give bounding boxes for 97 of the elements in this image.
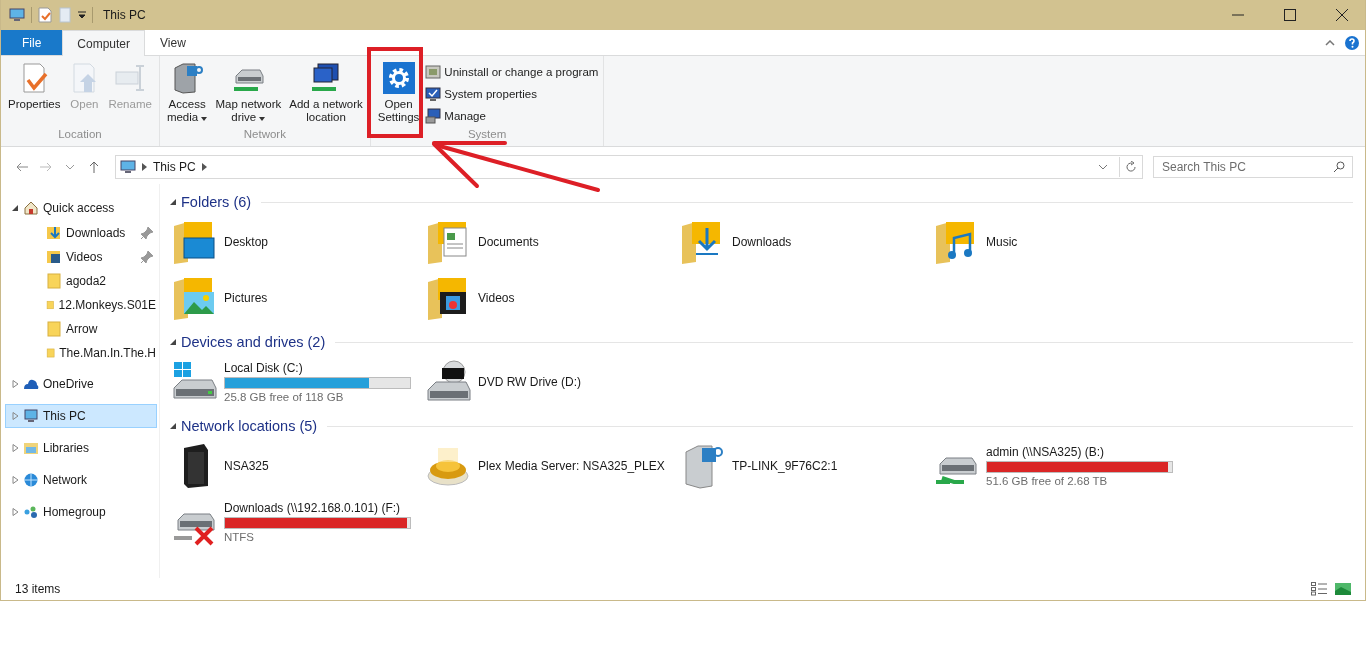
nav-item[interactable]: This PC <box>5 404 157 428</box>
item-name[interactable]: Pictures <box>224 291 268 305</box>
settings-button[interactable]: Open Settings <box>374 60 423 128</box>
nav-item[interactable]: OneDrive <box>5 372 157 396</box>
item-count: 13 items <box>15 582 61 596</box>
homegroup-icon <box>23 504 39 520</box>
settings-icon[interactable] <box>382 62 415 94</box>
chevron-icon[interactable] <box>142 163 147 171</box>
collapse-icon[interactable] <box>170 198 177 206</box>
add-location-icon[interactable] <box>310 62 342 94</box>
manage-button[interactable]: Manage <box>424 106 600 126</box>
expand-icon[interactable] <box>12 380 19 388</box>
nav-item[interactable]: Arrow <box>5 318 157 340</box>
computer-icon <box>9 7 25 23</box>
item-name[interactable]: TP-LINK_9F76C2:1 <box>732 459 838 473</box>
caret-icon[interactable] <box>201 117 208 121</box>
section-heading[interactable]: Network locations (5) <box>181 418 318 434</box>
properties-button[interactable]: Properties <box>5 60 64 128</box>
expand-icon[interactable] <box>12 508 19 516</box>
nav-item[interactable]: agoda2 <box>5 270 157 292</box>
nav-item[interactable]: Videos <box>5 246 157 268</box>
item-detail: 25.8 GB free of 118 GB <box>224 391 345 403</box>
pin-icon[interactable] <box>140 226 154 240</box>
ribbon-tab[interactable]: View <box>145 30 201 55</box>
details-view-icon[interactable] <box>1311 582 1327 596</box>
network-icon <box>23 472 39 488</box>
folder-icon <box>46 273 62 289</box>
group-label: Location <box>57 128 103 142</box>
chevron-down-icon[interactable] <box>66 164 74 170</box>
expand-icon[interactable] <box>12 412 19 420</box>
uninstall-button[interactable]: Uninstall or change a program <box>424 62 600 82</box>
search-field[interactable]: Search This PC <box>1153 156 1353 178</box>
search-icon <box>1333 161 1345 173</box>
system-icon[interactable] <box>425 86 442 102</box>
item-name[interactable]: admin (\\NSA325) (B:) <box>986 445 1173 459</box>
pc-icon <box>23 408 39 424</box>
media-icon[interactable] <box>171 62 204 94</box>
section-heading[interactable]: Folders (6) <box>181 194 252 210</box>
item-name[interactable]: Downloads <box>732 235 792 249</box>
nav-item[interactable]: Quick access <box>5 196 157 220</box>
back-arrow-icon[interactable] <box>16 162 28 172</box>
pin-icon[interactable] <box>140 250 154 264</box>
item-name[interactable]: Desktop <box>224 235 269 249</box>
item-detail: NTFS <box>224 531 256 543</box>
expand-icon[interactable] <box>12 444 19 452</box>
chevron-icon[interactable] <box>201 163 207 171</box>
nav-item[interactable]: 12.Monkeys.S01E <box>5 294 157 316</box>
section-heading[interactable]: Devices and drives (2) <box>181 334 326 350</box>
home-icon <box>23 200 39 216</box>
item-name[interactable]: NSA325 <box>224 459 269 473</box>
window-title: This PC <box>103 8 146 22</box>
refresh-icon[interactable] <box>1125 161 1137 173</box>
maximize-icon[interactable] <box>1284 9 1296 21</box>
folder-icon <box>46 321 62 337</box>
collapse-icon[interactable] <box>170 422 177 430</box>
caret-icon[interactable] <box>259 117 266 121</box>
expand-icon[interactable] <box>12 476 19 484</box>
folder-icon <box>46 345 56 361</box>
group-label: Network <box>242 128 287 142</box>
videos-folder-icon <box>46 249 62 265</box>
ribbon-tab[interactable]: Computer <box>62 30 146 56</box>
nav-item[interactable]: Network <box>5 468 157 492</box>
nav-item[interactable]: Libraries <box>5 436 157 460</box>
item-name[interactable]: Music <box>986 235 1018 249</box>
dropdown-icon[interactable] <box>1099 164 1107 170</box>
media-button[interactable]: Access media <box>163 60 211 128</box>
collapse-icon[interactable] <box>170 338 177 346</box>
address-bar[interactable]: This PC <box>115 155 1143 179</box>
computer-icon <box>120 159 136 175</box>
item-name[interactable]: DVD RW Drive (D:) <box>478 375 582 389</box>
nav-item[interactable]: The.Man.In.The.H <box>5 342 157 364</box>
libraries-icon <box>23 440 39 456</box>
manage-icon[interactable] <box>425 108 442 124</box>
item-name[interactable]: Local Disk (C:) <box>224 361 411 375</box>
system-button[interactable]: System properties <box>424 84 600 104</box>
large-icons-view-icon[interactable] <box>1335 582 1351 596</box>
downloads-folder-icon <box>46 225 62 241</box>
ribbon-tab[interactable]: File <box>1 30 63 55</box>
item-name[interactable]: Downloads (\\192.168.0.101) (F:) <box>224 501 411 515</box>
group-label: System <box>466 128 508 142</box>
nav-item[interactable]: Downloads <box>5 222 157 244</box>
item-name[interactable]: Plex Media Server: NSA325_PLEX <box>478 459 665 473</box>
collapse-ribbon-icon[interactable] <box>1325 39 1335 46</box>
properties-icon[interactable] <box>38 7 52 23</box>
map-drive-button[interactable]: Map network drive <box>212 60 285 128</box>
dropdown-icon[interactable] <box>78 11 86 19</box>
item-detail: 51.6 GB free of 2.68 TB <box>986 475 1109 487</box>
collapse-icon[interactable] <box>12 204 19 212</box>
add-location-button[interactable]: Add a network location <box>286 60 366 128</box>
item-name[interactable]: Documents <box>478 235 539 249</box>
up-arrow-icon[interactable] <box>89 161 99 173</box>
uninstall-icon[interactable] <box>425 64 442 80</box>
close-icon[interactable] <box>1336 9 1348 21</box>
help-icon[interactable] <box>1345 35 1359 50</box>
breadcrumb[interactable]: This PC <box>153 160 196 174</box>
item-name[interactable]: Videos <box>478 291 515 305</box>
nav-item[interactable]: Homegroup <box>5 500 157 524</box>
